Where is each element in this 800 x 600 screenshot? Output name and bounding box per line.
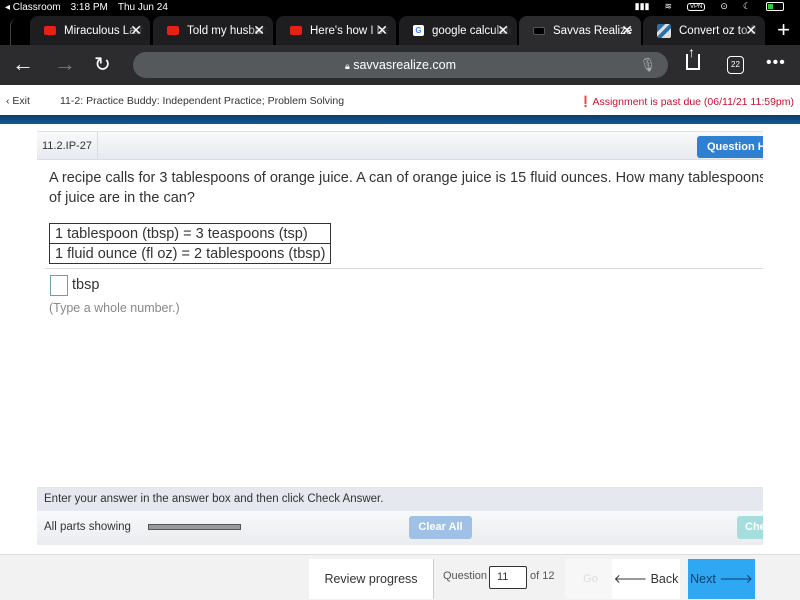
- url-text: savvasrealize.com: [353, 58, 457, 72]
- question-total: of 12: [530, 570, 555, 582]
- back-arrow-icon[interactable]: ←: [12, 51, 34, 77]
- clear-all-button[interactable]: Clear All: [409, 516, 472, 539]
- assignment-title: 11-2: Practice Buddy: Independent Practi…: [60, 95, 345, 107]
- assignment-header: ‹ Exit 11-2: Practice Buddy: Independent…: [0, 85, 800, 115]
- status-icons: ▮▮▮ ≋ VPN ⊙ ☾: [635, 1, 794, 12]
- conversion-table: 1 tablespoon (tbsp) = 3 teaspoons (tsp) …: [48, 223, 332, 264]
- question-label: Question: [443, 570, 488, 582]
- parts-progress-bar: [148, 524, 241, 530]
- close-tab-icon[interactable]: ✕: [497, 22, 509, 39]
- answer-unit: tbsp: [72, 277, 100, 293]
- youtube-icon: [290, 26, 302, 35]
- alert-icon: ❗: [579, 96, 593, 108]
- question-navigation-footer: Review progress Question 11 of 12 Go 🡐 B…: [0, 554, 800, 600]
- conversion-row: 1 tablespoon (tbsp) = 3 teaspoons (tsp): [48, 223, 332, 244]
- orientation-lock-icon: ⊙: [720, 1, 728, 11]
- question-line-2: of juice are in the can?: [49, 190, 195, 206]
- youtube-icon: [44, 26, 56, 35]
- question-line-1: A recipe calls for 3 tablespoons of oran…: [49, 170, 763, 186]
- more-menu-icon[interactable]: •••: [766, 54, 786, 72]
- google-icon: G: [413, 25, 424, 36]
- address-bar[interactable]: 🔒︎ savvasrealize.com 🎙︎: [133, 52, 668, 78]
- answer-input[interactable]: [50, 275, 68, 296]
- instruction-bar: Enter your answer in the answer box and …: [37, 487, 763, 511]
- close-tab-icon[interactable]: ✕: [376, 22, 388, 39]
- new-tab-icon[interactable]: +: [777, 17, 790, 43]
- check-answer-button[interactable]: Check Answer: [737, 516, 763, 539]
- past-due-notice: ❗Assignment is past due (06/11/21 11:59p…: [579, 95, 794, 108]
- close-tab-icon[interactable]: ✕: [621, 22, 633, 39]
- moon-icon: ☾: [742, 1, 751, 11]
- browser-tab-active[interactable]: Savvas Realize ✕: [519, 16, 641, 45]
- go-button[interactable]: Go: [565, 559, 616, 599]
- forward-arrow-icon[interactable]: →: [54, 51, 76, 77]
- microphone-icon[interactable]: 🎙︎: [639, 52, 656, 78]
- browser-tab[interactable]: Told my husband ✕: [153, 16, 273, 45]
- browser-tab[interactable]: Here's how I beat ✕: [276, 16, 396, 45]
- battery-icon: [766, 2, 784, 11]
- exit-button[interactable]: ‹ Exit: [6, 95, 30, 107]
- past-due-text: Assignment is past due (06/11/21 11:59pm…: [592, 96, 794, 108]
- question-header: 11.2.IP-27 Question Help: [37, 131, 763, 160]
- browser-toolbar: ← → ↻ 🔒︎ savvasrealize.com 🎙︎ 22 •••: [0, 44, 800, 85]
- browser-tab[interactable]: Miraculous Ladybug ✕: [30, 16, 150, 45]
- header-divider-band: [0, 115, 800, 124]
- status-time: 3:18 PM: [70, 2, 108, 13]
- close-tab-icon[interactable]: ✕: [253, 22, 265, 39]
- close-tab-icon[interactable]: ✕: [745, 22, 757, 39]
- conversion-row: 1 fluid ounce (fl oz) = 2 tablespoons (t…: [48, 243, 332, 264]
- youtube-icon: [167, 26, 179, 35]
- browser-tab-strip: Miraculous Ladybug ✕ Told my husband ✕ H…: [0, 15, 800, 45]
- parts-bar: All parts showing Clear All Check Answer: [37, 511, 763, 545]
- tab-count-button[interactable]: 22: [727, 56, 744, 74]
- parts-label: All parts showing: [44, 521, 131, 533]
- lock-icon: 🔒︎: [344, 61, 350, 71]
- question-help-button[interactable]: Question Help: [697, 136, 763, 158]
- exit-label: Exit: [12, 95, 30, 107]
- back-to-app-link[interactable]: ◂ Classroom: [5, 2, 61, 13]
- conversion-cell: 1 fluid ounce (fl oz) = 2 tablespoons (t…: [48, 243, 332, 264]
- question-number-input[interactable]: 11: [489, 566, 527, 589]
- reload-icon[interactable]: ↻: [94, 52, 111, 77]
- next-button[interactable]: Next 🡒: [688, 559, 755, 599]
- browser-tab[interactable]: Convert oz to fl oz ✕: [643, 16, 765, 45]
- wifi-icon: ≋: [664, 1, 673, 11]
- conversion-cell: 1 tablespoon (tbsp) = 3 teaspoons (tsp): [48, 223, 332, 244]
- status-date: Thu Jun 24: [117, 2, 168, 13]
- back-button[interactable]: 🡐 Back: [612, 559, 680, 599]
- question-id: 11.2.IP-27: [37, 132, 98, 160]
- section-divider: [45, 268, 763, 269]
- convert-icon: [657, 23, 671, 38]
- close-tab-icon[interactable]: ✕: [130, 22, 142, 39]
- parts-progress-fill: [149, 525, 240, 529]
- browser-tab[interactable]: G google calculator ✕: [399, 16, 517, 45]
- signal-icon: ▮▮▮: [634, 1, 650, 11]
- share-icon[interactable]: [686, 44, 700, 70]
- answer-hint: (Type a whole number.): [49, 301, 180, 315]
- ios-status-bar: ◂ Classroom 3:18 PM Thu Jun 24 ▮▮▮ ≋ VPN…: [0, 0, 800, 15]
- question-text: A recipe calls for 3 tablespoons of oran…: [49, 168, 763, 208]
- review-progress-button[interactable]: Review progress: [309, 559, 434, 599]
- savvas-icon: [533, 26, 545, 35]
- vpn-icon: VPN: [687, 2, 706, 11]
